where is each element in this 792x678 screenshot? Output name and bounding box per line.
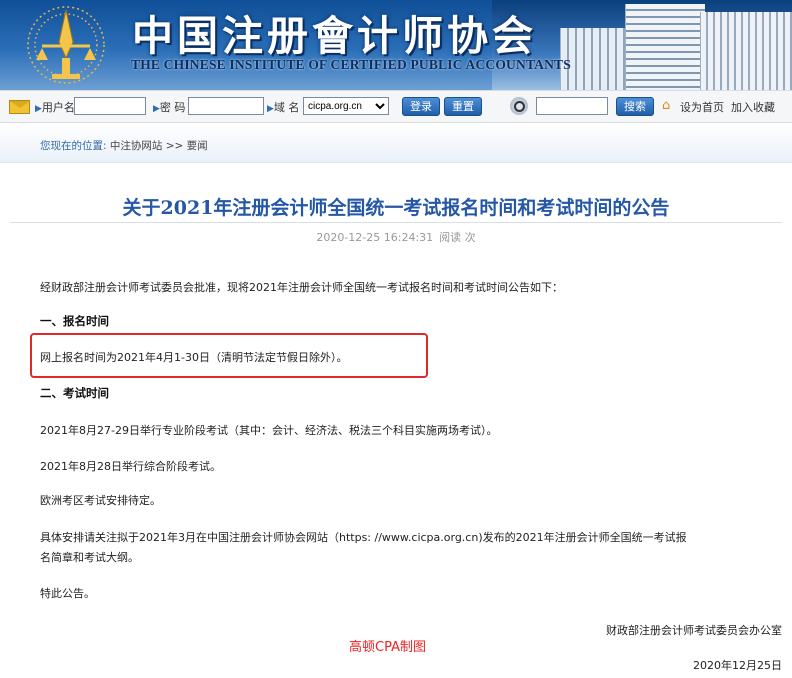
article-date: 2020年12月25日 bbox=[693, 659, 782, 672]
arrow-icon: ▶ bbox=[153, 104, 160, 114]
signature: 财政部注册会计师考试委员会办公室 bbox=[606, 624, 782, 637]
read-count: 阅读 次 bbox=[439, 231, 476, 244]
login-button[interactable]: 登录 bbox=[402, 97, 440, 116]
article-intro: 经财政部注册会计师考试委员会批准，现将2021年注册会计师全国统一考试报名时间和… bbox=[40, 281, 563, 294]
section2-line1: 2021年8月27-29日举行专业阶段考试（其中：会计、经济法、税法三个科目实施… bbox=[40, 424, 498, 437]
login-bar: ▶用户名 ▶密 码 ▶域 名 cicpa.org.cn 登录 重置 搜索 ⌂ 设… bbox=[0, 90, 792, 123]
breadcrumb-path[interactable]: 中注协网站 >> 要闻 bbox=[110, 140, 208, 152]
search-icon bbox=[510, 97, 528, 115]
watermark-text: 高顿CPA制图 bbox=[349, 640, 426, 655]
reset-button[interactable]: 重置 bbox=[444, 97, 482, 116]
article-title: 关于2021年注册会计师全国统一考试报名时间和考试时间的公告 bbox=[122, 197, 670, 219]
section2-line2: 2021年8月28日举行综合阶段考试。 bbox=[40, 460, 221, 473]
article-meta: 2020-12-25 16:24:31 阅读 次 bbox=[0, 229, 792, 245]
add-favorite-link[interactable]: 加入收藏 bbox=[731, 99, 775, 115]
arrow-icon: ▶ bbox=[35, 104, 42, 114]
home-icon: ⌂ bbox=[662, 98, 671, 113]
password-label: ▶密 码 bbox=[153, 101, 186, 114]
title-divider bbox=[10, 222, 782, 223]
site-title-cn: 中国注册會计师协会 bbox=[132, 12, 537, 60]
arrangement-para-line1: 具体安排请关注拟于2021年3月在中国注册会计师协会网站（https: //ww… bbox=[40, 531, 687, 544]
mail-icon[interactable] bbox=[9, 100, 30, 114]
site-banner: 中国注册會计师协会 THE CHINESE INSTITUTE OF CERTI… bbox=[0, 0, 792, 90]
search-input[interactable] bbox=[536, 97, 608, 115]
username-label: ▶用户名 bbox=[35, 101, 75, 114]
cicpa-logo-icon bbox=[27, 6, 105, 84]
domain-label: ▶域 名 bbox=[267, 101, 300, 114]
section2-heading: 二、考试时间 bbox=[40, 386, 109, 400]
password-input[interactable] bbox=[188, 97, 264, 115]
breadcrumb-label: 您现在的位置: bbox=[40, 140, 107, 152]
section1-heading: 一、报名时间 bbox=[40, 314, 109, 328]
closing-text: 特此公告。 bbox=[40, 587, 95, 600]
domain-select[interactable]: cicpa.org.cn bbox=[303, 97, 389, 115]
arrow-icon: ▶ bbox=[267, 104, 274, 114]
section1-text: 网上报名时间为2021年4月1-30日（清明节法定节假日除外）。 bbox=[40, 351, 348, 364]
banner-building bbox=[700, 12, 792, 90]
username-input[interactable] bbox=[74, 97, 146, 115]
arrangement-para-line2: 名简章和考试大纲。 bbox=[40, 551, 139, 564]
breadcrumb: 您现在的位置: 中注协网站 >> 要闻 bbox=[40, 138, 208, 153]
set-home-link[interactable]: 设为首页 bbox=[680, 99, 724, 115]
article-timestamp: 2020-12-25 16:24:31 bbox=[316, 231, 434, 244]
search-button[interactable]: 搜索 bbox=[616, 97, 654, 116]
banner-building bbox=[625, 4, 705, 90]
section2-line3: 欧洲考区考试安排待定。 bbox=[40, 494, 161, 507]
site-title-en: THE CHINESE INSTITUTE OF CERTIFIED PUBLI… bbox=[131, 57, 571, 72]
breadcrumb-bar: 您现在的位置: 中注协网站 >> 要闻 bbox=[0, 125, 792, 163]
